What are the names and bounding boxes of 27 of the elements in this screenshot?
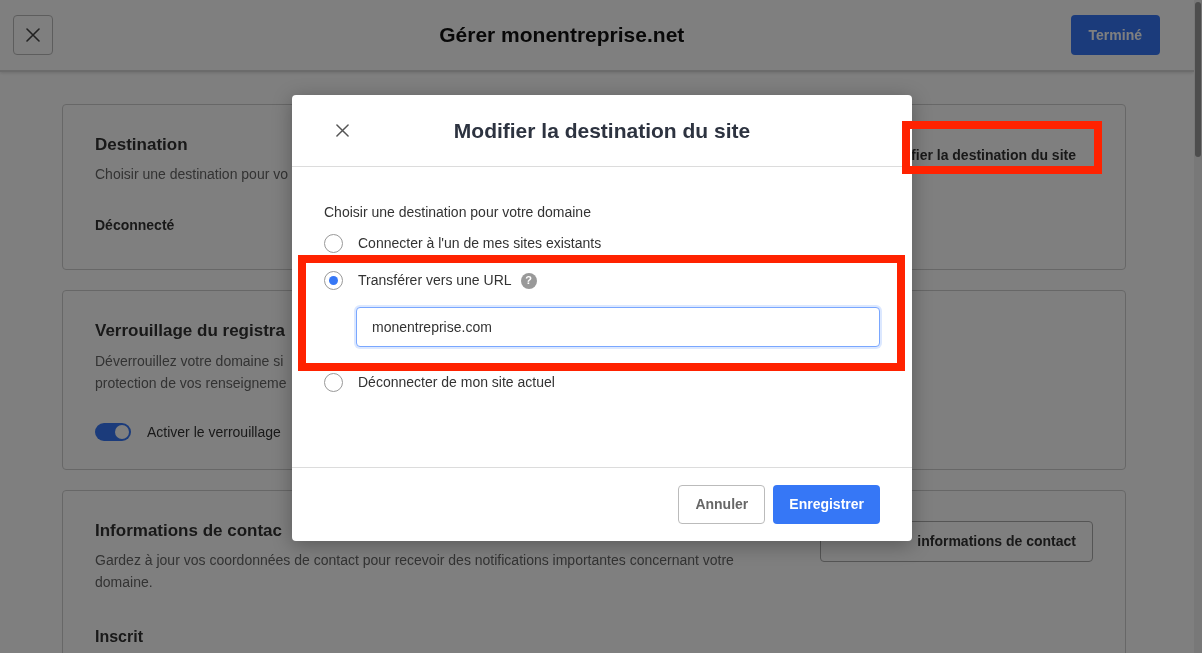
close-icon (26, 28, 40, 42)
option-label[interactable]: Connecter à l'un de mes sites existants (358, 233, 602, 254)
toggle-switch[interactable] (95, 423, 131, 442)
card-title: Informations de contac (95, 520, 283, 542)
url-field[interactable]: monentreprise.com (356, 307, 880, 347)
card-description: protection de vos renseigneme (95, 373, 287, 393)
section-heading: Inscrit (95, 627, 143, 648)
radio-button[interactable] (324, 373, 343, 392)
save-button[interactable]: Enregistrer (773, 485, 880, 524)
card-title: Destination (95, 135, 188, 156)
dialog-prompt: Choisir une destination pour votre domaine (324, 203, 592, 222)
close-button[interactable] (336, 124, 349, 137)
page-title: Gérer monentreprise.net (438, 22, 686, 48)
radio-button[interactable] (324, 271, 343, 290)
card-description: Gardez à jour vos coordonnées de contact pour recevoir des notifications importantes concernant votre domaine. (95, 551, 735, 593)
status-text: Déconnecté (95, 216, 175, 236)
radio-button[interactable] (324, 234, 343, 253)
dialog-title: Modifier la destination du site (452, 117, 752, 144)
card-description: Choisir une destination pour vo (95, 165, 288, 185)
card-description: Déverrouillez votre domaine si (95, 351, 284, 371)
scrollbar[interactable] (1194, 0, 1202, 653)
cancel-button[interactable]: Annuler (678, 485, 766, 524)
close-icon (336, 124, 349, 137)
option-label[interactable]: Transférer vers une URL (358, 270, 512, 291)
card-title: Verrouillage du registra (95, 321, 285, 342)
toggle-label: Activer le verrouillage (147, 422, 281, 442)
option-label[interactable]: Déconnecter de mon site actuel (358, 372, 555, 393)
